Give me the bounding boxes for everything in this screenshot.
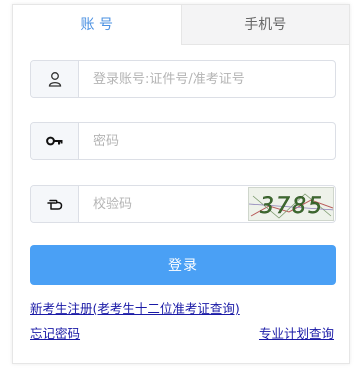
password-input[interactable] bbox=[79, 123, 335, 159]
login-button[interactable]: 登录 bbox=[30, 245, 336, 285]
tab-account[interactable]: 账 号 bbox=[13, 5, 181, 45]
login-tabs: 账 号 手机号 bbox=[13, 5, 349, 45]
pointing-hand-icon bbox=[31, 186, 79, 222]
captcha-input[interactable] bbox=[79, 186, 248, 222]
register-link[interactable]: 新考生注册(老考生十二位准考证查询) bbox=[30, 298, 240, 317]
user-icon bbox=[31, 61, 79, 97]
account-field bbox=[30, 60, 336, 98]
major-plan-link[interactable]: 专业计划查询 bbox=[259, 323, 334, 342]
account-input[interactable] bbox=[79, 61, 335, 97]
password-field bbox=[30, 122, 336, 160]
key-icon bbox=[31, 123, 79, 159]
forgot-password-link[interactable]: 忘记密码 bbox=[30, 323, 80, 342]
login-panel: 账 号 手机号 登录账号:证件号/准考证号 校验码 3785 登录 新考生注册(… bbox=[12, 4, 350, 364]
captcha-field: 3785 bbox=[30, 185, 336, 223]
captcha-image[interactable]: 3785 bbox=[248, 187, 334, 221]
tab-phone[interactable]: 手机号 bbox=[180, 5, 349, 45]
captcha-text: 3785 bbox=[260, 194, 324, 219]
